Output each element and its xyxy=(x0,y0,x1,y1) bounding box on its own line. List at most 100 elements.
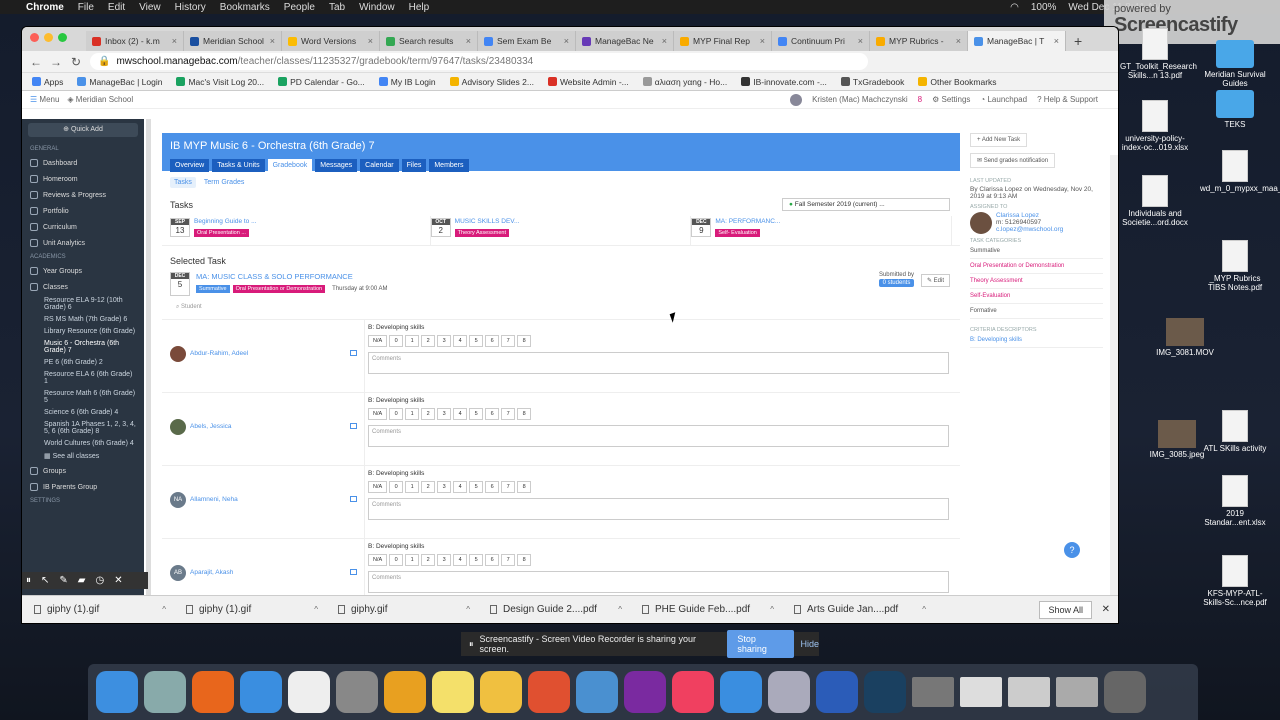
tab-close-icon[interactable]: × xyxy=(466,36,471,46)
progress-chart-icon[interactable] xyxy=(350,423,357,429)
sidebar-class-item[interactable]: Science 6 (6th Grade) 4 xyxy=(22,407,144,419)
close-icon[interactable]: ✕ xyxy=(114,575,122,586)
browser-tab[interactable]: Continuum Pri × xyxy=(772,31,870,51)
forward-icon[interactable]: → xyxy=(50,55,62,69)
chrome-icon[interactable] xyxy=(384,671,426,713)
score-button[interactable]: 3 xyxy=(437,554,452,566)
chevron-up-icon[interactable]: ^ xyxy=(618,605,622,614)
chevron-up-icon[interactable]: ^ xyxy=(770,605,774,614)
task-title[interactable]: MUSIC SKILLS DEV... xyxy=(455,218,520,225)
bookmark-item[interactable]: My IB Login xyxy=(378,77,436,87)
sidebar-item[interactable]: Dashboard xyxy=(22,155,144,171)
class-tab[interactable]: Tasks & Units xyxy=(212,159,265,172)
browser-tab[interactable]: Inbox (2) - k.m × xyxy=(86,31,184,51)
keynote-icon[interactable] xyxy=(576,671,618,713)
score-button[interactable]: 4 xyxy=(453,554,468,566)
task-category[interactable]: Formative xyxy=(970,304,1103,319)
system-prefs-icon[interactable] xyxy=(336,671,378,713)
browser-tab[interactable]: ManageBac | T × xyxy=(968,31,1066,51)
add-task-button[interactable]: + Add New Task xyxy=(970,133,1028,147)
preview-icon[interactable] xyxy=(768,671,810,713)
download-item[interactable]: giphy (1).gif ^ xyxy=(22,604,174,615)
sidebar-class-item[interactable]: PE 6 (6th Grade) 2 xyxy=(22,357,144,369)
score-button[interactable]: 2 xyxy=(421,408,436,420)
messages-icon[interactable] xyxy=(720,671,762,713)
score-button[interactable]: 5 xyxy=(469,554,484,566)
menu-view[interactable]: View xyxy=(139,2,161,13)
back-icon[interactable]: ← xyxy=(30,55,42,69)
music-icon[interactable] xyxy=(672,671,714,713)
sidebar-class-item[interactable]: Resource Math 6 (6th Grade) 5 xyxy=(22,388,144,407)
score-button[interactable]: N/A xyxy=(368,335,388,347)
sidebar-item[interactable]: Homeroom xyxy=(22,171,144,187)
task-card[interactable]: SEP 13 Beginning Guide to ... Oral Presenta… xyxy=(170,216,431,245)
score-button[interactable]: 0 xyxy=(389,554,404,566)
reload-icon[interactable]: ↻ xyxy=(70,55,82,69)
tab-close-icon[interactable]: × xyxy=(662,36,667,46)
score-button[interactable]: 3 xyxy=(437,408,452,420)
sidebar-class-item[interactable]: Spanish 1A Phases 1, 2, 3, 4, 5, 6 (6th … xyxy=(22,419,144,438)
tab-close-icon[interactable]: × xyxy=(172,36,177,46)
tab-close-icon[interactable]: × xyxy=(760,36,765,46)
score-button[interactable]: 1 xyxy=(405,408,420,420)
score-button[interactable]: 3 xyxy=(437,481,452,493)
sidebar-item[interactable]: Curriculum xyxy=(22,219,144,235)
sidebar-item[interactable]: Unit Analytics xyxy=(22,235,144,251)
class-tab[interactable]: Members xyxy=(429,159,469,172)
quick-add-button[interactable]: ⊕ Quick Add xyxy=(28,123,138,137)
chevron-up-icon[interactable]: ^ xyxy=(466,605,470,614)
sidebar-class-item[interactable]: Music 6 - Orchestra (6th Grade) 7 xyxy=(22,338,144,357)
launchpad-icon[interactable] xyxy=(144,671,186,713)
pause-icon[interactable]: ⏸ xyxy=(26,575,31,586)
score-button[interactable]: N/A xyxy=(368,408,388,420)
menu-label[interactable]: Menu xyxy=(39,95,59,104)
sidebar-class-item[interactable]: World Cultures (6th Grade) 4 xyxy=(22,438,144,450)
score-button[interactable]: 8 xyxy=(517,335,532,347)
menu-help[interactable]: Help xyxy=(409,2,430,13)
desktop-item[interactable]: Meridian Survival Guides xyxy=(1200,40,1270,88)
window-thumb-icon[interactable] xyxy=(1008,677,1050,707)
score-button[interactable]: 2 xyxy=(421,481,436,493)
progress-chart-icon[interactable] xyxy=(350,350,357,356)
close-downloads-icon[interactable]: ✕ xyxy=(1102,604,1110,615)
highlighter-icon[interactable]: ▰ xyxy=(78,575,86,586)
user-avatar[interactable] xyxy=(790,93,803,106)
tab-close-icon[interactable]: × xyxy=(1054,36,1059,46)
desktop-item[interactable]: GT_Toolkit_Research Skills...n 13.pdf xyxy=(1120,28,1197,80)
task-card[interactable]: DEC 9 MA: PERFORMANC... Self- Evaluation xyxy=(691,216,953,245)
class-tab[interactable]: Gradebook xyxy=(267,159,313,172)
desktop-item[interactable]: ATL SKills activity xyxy=(1200,410,1270,453)
score-button[interactable]: 2 xyxy=(421,335,436,347)
browser-tab[interactable]: MYP Final Rep × xyxy=(674,31,772,51)
desktop-item[interactable]: TEKS xyxy=(1200,90,1270,129)
student-search[interactable]: ⌕ Student xyxy=(162,296,960,319)
tab-close-icon[interactable]: × xyxy=(564,36,569,46)
bookmark-item[interactable]: TxGradebook xyxy=(840,77,904,87)
download-item[interactable]: giphy (1).gif ^ xyxy=(174,604,326,615)
score-button[interactable]: 6 xyxy=(485,408,500,420)
class-tab[interactable]: Overview xyxy=(170,159,210,172)
browser-tab[interactable]: MYP Rubrics - × xyxy=(870,31,968,51)
onenote-icon[interactable] xyxy=(624,671,666,713)
score-button[interactable]: 5 xyxy=(469,481,484,493)
tab-close-icon[interactable]: × xyxy=(858,36,863,46)
task-card[interactable]: OCT 2 MUSIC SKILLS DEV... Theory Assessment xyxy=(430,216,692,245)
menu-window[interactable]: Window xyxy=(359,2,395,13)
settings-link[interactable]: ⚙ Settings xyxy=(932,95,970,104)
score-button[interactable]: 8 xyxy=(517,554,532,566)
pages-icon[interactable] xyxy=(480,671,522,713)
trash-icon[interactable] xyxy=(1104,671,1146,713)
see-all-classes-link[interactable]: ▦ See all classes xyxy=(22,450,144,463)
desktop-item[interactable]: wd_m_0_mypxx_maa_1505_2_e.pptx xyxy=(1200,150,1280,193)
score-button[interactable]: 4 xyxy=(453,481,468,493)
url-bar[interactable]: 🔒 mwschool.managebac.com/teacher/classes… xyxy=(90,53,868,70)
download-item[interactable]: PHE Guide Feb....pdf ^ xyxy=(630,604,782,615)
window-thumb-icon[interactable] xyxy=(912,677,954,707)
help-button[interactable]: ? xyxy=(1064,542,1080,558)
send-grades-button[interactable]: ✉ Send grades notification xyxy=(970,153,1056,168)
help-link[interactable]: ? Help & Support xyxy=(1037,95,1098,104)
timer-icon[interactable]: ◷ xyxy=(95,575,104,586)
page-scrollbar[interactable] xyxy=(1110,155,1118,623)
school-name[interactable]: Meridian School xyxy=(76,95,133,104)
student-name[interactable]: Allamneni, Neha xyxy=(190,496,238,503)
